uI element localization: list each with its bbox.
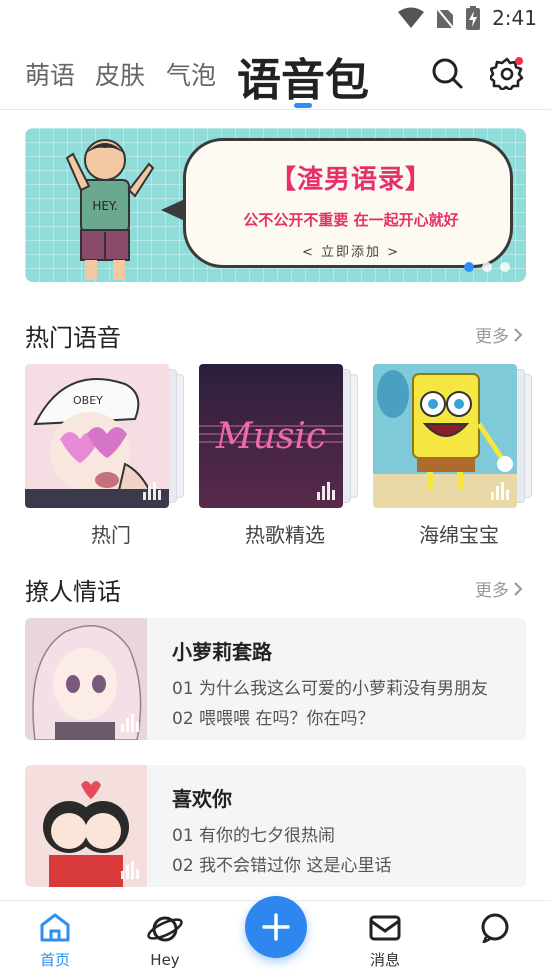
list-item-line: 02 我不会错过你 这是心里话 (172, 856, 392, 876)
list-item-line: 01 有你的七夕很热闹 (172, 826, 336, 846)
search-icon[interactable] (430, 56, 464, 90)
banner-add-button[interactable]: < 立即添加 > (186, 241, 516, 260)
tab-mengyu[interactable]: 萌语 (25, 56, 75, 92)
flirt-item-like-you[interactable]: 喜欢你 01 有你的七夕很热闹 02 我不会错过你 这是心里话 (25, 765, 526, 887)
bottom-nav-label: 消息 (369, 951, 400, 969)
tab-voice-pack[interactable]: 语音包 (237, 44, 369, 108)
banner-dot[interactable] (482, 262, 492, 272)
promo-banner[interactable]: HEY. 【渣男语录】 公不公开不重要 在一起开心就好 < 立即添加 > (25, 128, 526, 282)
hot-voice-more-link[interactable]: 更多 (475, 322, 523, 347)
chevron-right-icon (514, 327, 523, 342)
bottom-nav-label: Hey (150, 951, 180, 969)
shirt-text: HEY. (92, 199, 117, 213)
hot-voice-label: 海绵宝宝 (419, 523, 499, 547)
home-icon (40, 913, 70, 942)
more-label: 更多 (475, 327, 509, 347)
hot-voice-thumbnail (373, 364, 517, 508)
status-icons: 2:41 (398, 6, 537, 30)
bottom-nav-home[interactable]: 首页 (20, 913, 90, 970)
flirt-more-link[interactable]: 更多 (475, 576, 523, 601)
tab-bubble[interactable]: 气泡 (166, 56, 216, 92)
list-item-line: 02 喂喂喂 在吗？你在吗？ (172, 709, 375, 729)
audio-bars-icon (121, 714, 139, 732)
more-label: 更多 (475, 581, 509, 601)
mail-icon (369, 915, 401, 941)
hot-voice-thumbnail: Music (199, 364, 343, 508)
audio-bars-icon (121, 861, 139, 879)
hot-voice-label: 热门 (91, 523, 131, 547)
hot-voice-label: 热歌精选 (245, 523, 325, 547)
planet-icon (147, 916, 183, 942)
music-art-text: Music (215, 416, 326, 457)
tab-skin[interactable]: 皮肤 (95, 56, 145, 92)
audio-bars-icon (317, 482, 335, 500)
app-root: 2:41 萌语 皮肤 气泡 语音包 HEY. 【渣男语录】 公不公开不重要 在一… (0, 0, 551, 979)
plus-icon (262, 913, 290, 941)
chevron-right-icon (514, 581, 523, 596)
banner-subtitle: 公不公开不重要 在一起开心就好 (243, 211, 459, 229)
banner-dot[interactable] (500, 262, 510, 272)
list-thumbnail (25, 618, 147, 740)
cap-text: OBEY (73, 394, 103, 407)
bottom-nav-messages[interactable]: 消息 (350, 913, 420, 970)
bottom-nav-profile[interactable] (460, 913, 530, 949)
no-sim-icon (436, 7, 455, 29)
wifi-icon (398, 7, 425, 28)
hot-voice-card-hot[interactable]: OBEY 热门 (25, 364, 191, 547)
list-item-title: 小萝莉套路 (172, 640, 272, 664)
add-button[interactable] (245, 896, 307, 958)
banner-dot[interactable] (464, 262, 474, 272)
list-thumbnail (25, 765, 147, 887)
speech-bubble: 【渣男语录】 公不公开不重要 在一起开心就好 < 立即添加 > (183, 138, 513, 268)
status-time: 2:41 (492, 6, 537, 30)
flirt-item-loli[interactable]: 小萝莉套路 01 为什么我这么可爱的小萝莉没有男朋友 02 喂喂喂 在吗？你在吗… (25, 618, 526, 740)
notification-dot (515, 57, 523, 65)
hot-voice-card-hit-songs[interactable]: Music 热歌精选 (199, 364, 365, 547)
banner-title: 【渣男语录】 (269, 165, 432, 195)
bottom-nav-hey[interactable]: Hey (130, 913, 200, 969)
banner-boy-illustration: HEY. (65, 139, 155, 280)
top-nav: 萌语 皮肤 气泡 语音包 (0, 40, 551, 110)
list-item-line: 01 为什么我这么可爱的小萝莉没有男朋友 (172, 679, 489, 699)
hot-voice-title: 热门语音 (25, 324, 121, 352)
battery-charging-icon (466, 6, 481, 30)
chat-bubble-icon (481, 913, 509, 945)
settings-gear-icon[interactable] (490, 56, 524, 90)
active-tab-indicator (294, 103, 312, 108)
audio-bars-icon (143, 482, 161, 500)
hot-voice-thumbnail: OBEY (25, 364, 169, 508)
list-item-title: 喜欢你 (172, 787, 232, 811)
audio-bars-icon (491, 482, 509, 500)
bottom-nav-label: 首页 (39, 951, 70, 969)
hot-voice-card-spongebob[interactable]: 海绵宝宝 (373, 364, 539, 547)
flirt-section-title: 撩人情话 (25, 578, 121, 606)
status-bar: 2:41 (0, 0, 551, 38)
banner-pagination (464, 262, 510, 272)
